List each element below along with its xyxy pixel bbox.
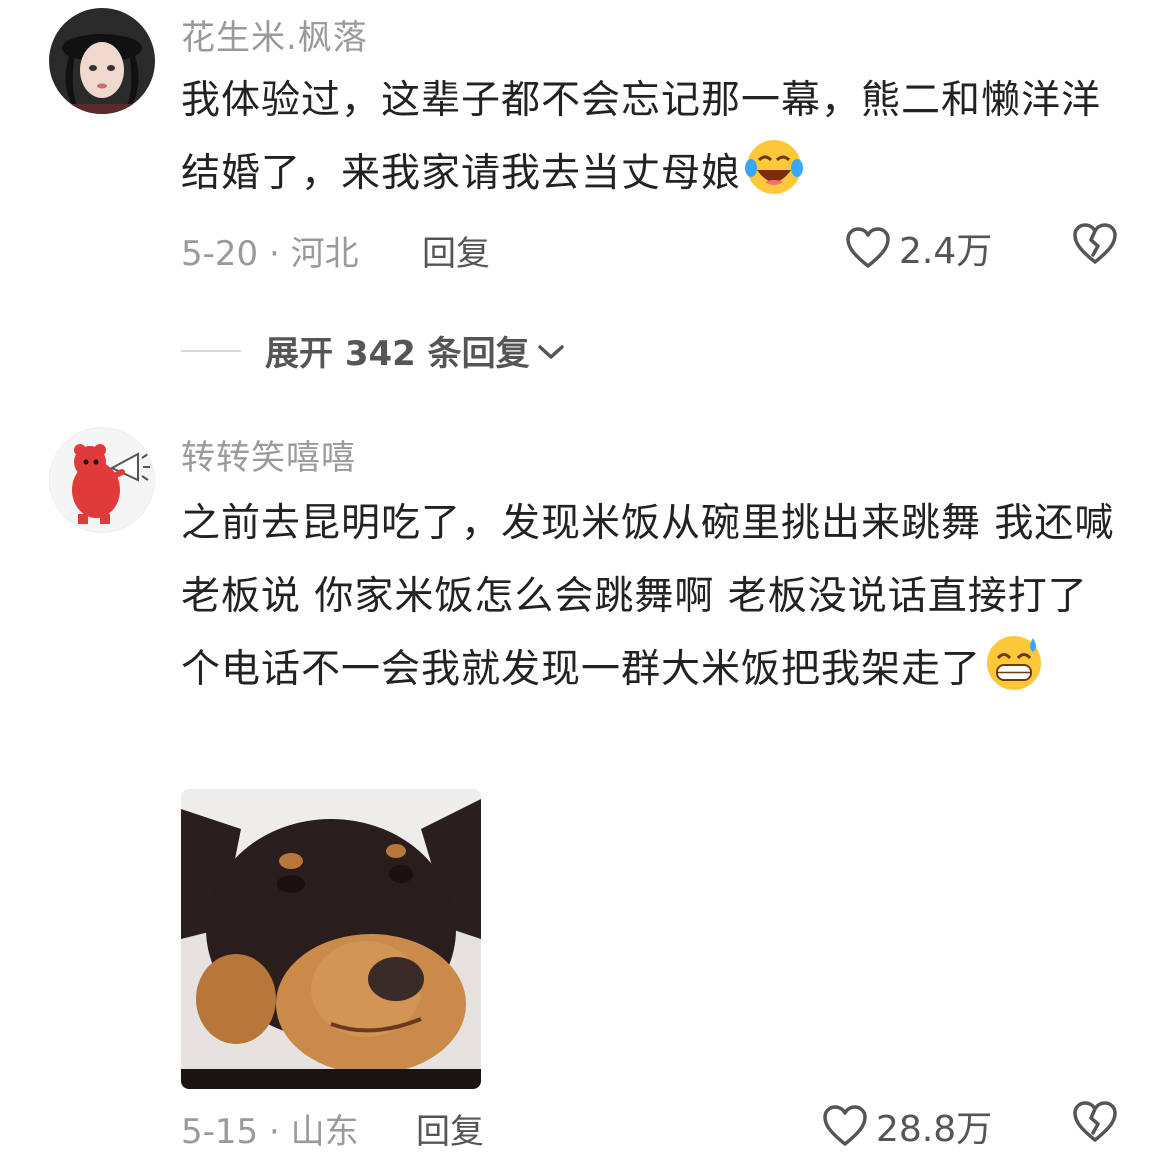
divider — [181, 349, 241, 352]
laughing-tears-emoji-icon — [745, 138, 804, 196]
comment-image-dog[interactable] — [181, 789, 481, 1089]
username[interactable]: 转转笑嘻嘻 — [181, 430, 356, 479]
like-count: 2.4万 — [899, 231, 993, 272]
grinning-sweat-emoji-icon — [985, 634, 1043, 692]
comment-meta: 5-20 · 河北 — [181, 226, 359, 275]
username[interactable]: 花生米.枫落 — [181, 10, 368, 59]
dislike-button[interactable] — [1072, 1100, 1118, 1144]
comment-body: 之前去昆明吃了，发现米饭从碗里挑出来跳舞 我还喊老板说 你家米饭怎么会跳舞啊 老… — [181, 501, 1115, 692]
separator-dot: · — [258, 234, 291, 274]
dislike-button[interactable] — [1072, 222, 1118, 266]
heart-icon — [845, 226, 891, 270]
avatar[interactable] — [49, 427, 155, 533]
reply-button[interactable]: 回复 — [416, 1104, 484, 1153]
like-count: 28.8万 — [876, 1109, 993, 1150]
reply-button[interactable]: 回复 — [422, 226, 490, 275]
comment-body: 我体验过，这辈子都不会忘记那一幕，熊二和懒洋洋结婚了，来我家请我去当丈母娘 — [181, 78, 1102, 196]
comment-meta: 5-15 · 山东 — [181, 1104, 359, 1153]
separator-dot: · — [258, 1112, 291, 1152]
chevron-down-icon — [536, 331, 566, 371]
comment-date: 5-15 — [181, 1112, 259, 1152]
broken-heart-icon — [1072, 222, 1118, 266]
comment-location: 山东 — [290, 1112, 359, 1152]
expand-replies-label: 展开 342 条回复 — [265, 334, 530, 374]
expand-replies-button[interactable]: 展开 342 条回复 — [181, 326, 566, 375]
comment-date: 5-20 — [181, 234, 259, 274]
heart-icon — [822, 1104, 868, 1148]
like-button[interactable]: 28.8万 — [822, 1100, 992, 1152]
comment-text: 之前去昆明吃了，发现米饭从碗里挑出来跳舞 我还喊老板说 你家米饭怎么会跳舞啊 老… — [181, 487, 1121, 706]
comment-location: 河北 — [290, 234, 359, 274]
like-button[interactable]: 2.4万 — [845, 222, 992, 274]
comment-text: 我体验过，这辈子都不会忘记那一幕，熊二和懒洋洋结婚了，来我家请我去当丈母娘 — [181, 64, 1121, 210]
avatar[interactable] — [49, 8, 155, 114]
broken-heart-icon — [1072, 1100, 1118, 1144]
